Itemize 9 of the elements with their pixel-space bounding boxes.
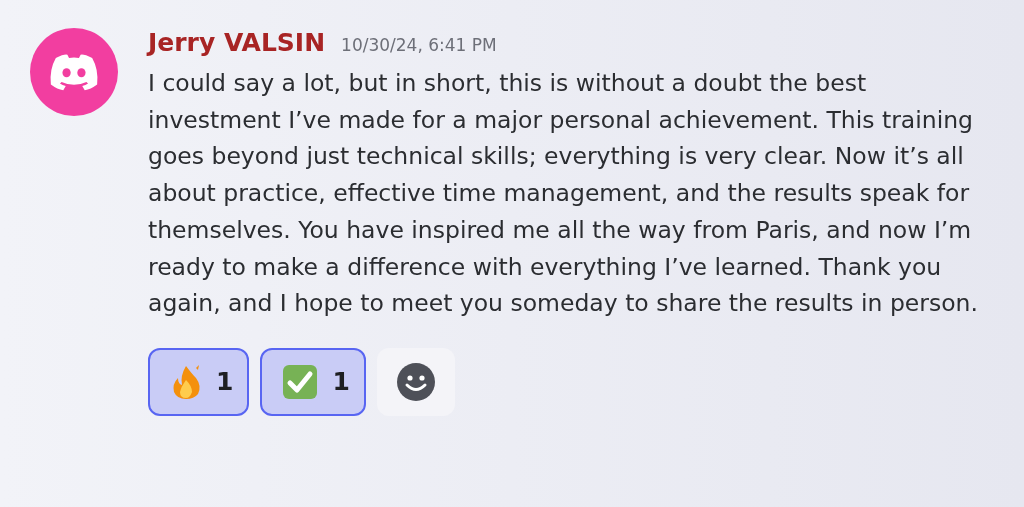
message-text: I could say a lot, but in short, this is without a doubt the best investment I’ve made for a major personal achievement. This training goes beyond just technical skills; everything is very clear. Now it’s all about practice, effective time management, and the results speak for themselves. You have inspired me all the way from Paris, and now I’m ready to make a difference with everything I’ve learned. Thank you again, and I hope to meet you someday to share the results in person. (148, 68, 979, 320)
reaction-button[interactable]: 1 (260, 347, 366, 416)
timestamp: 10/30/24, 6:41 PM (341, 35, 497, 55)
reaction-button[interactable]: 1 (148, 347, 250, 416)
add-reaction-button[interactable] (376, 347, 455, 416)
smiley-icon (395, 361, 436, 402)
controller-face-icon (49, 53, 99, 91)
author-name[interactable]: Jerry VALSIN (148, 28, 326, 57)
check-mark-icon (282, 363, 319, 400)
